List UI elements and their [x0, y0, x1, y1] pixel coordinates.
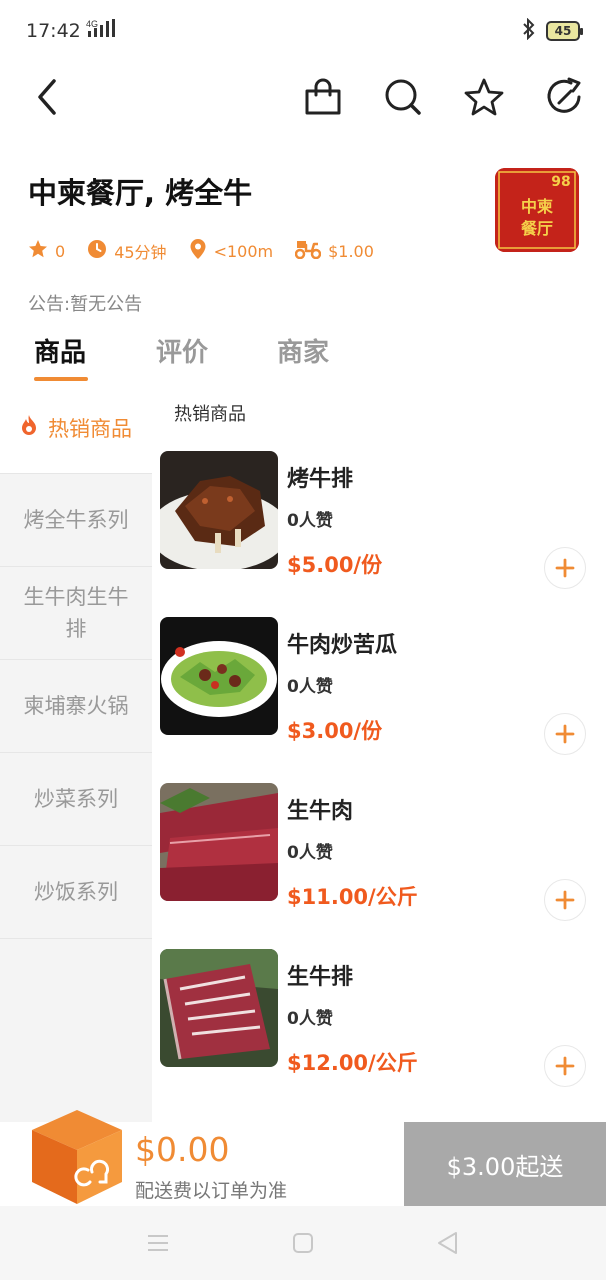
back-triangle-icon[interactable]: [434, 1230, 460, 1256]
shopping-bag-icon[interactable]: [298, 72, 348, 122]
product-likes: 0人赞: [287, 677, 333, 697]
star-filled-icon: [28, 239, 55, 263]
cart-box-icon[interactable]: [30, 1108, 124, 1206]
search-icon[interactable]: [378, 72, 428, 122]
shop-notice: 公告:暂无公告: [28, 294, 143, 315]
add-to-cart-button[interactable]: [544, 547, 586, 589]
fire-icon: [20, 413, 38, 445]
category-fried-rice[interactable]: 炒饭系列: [0, 846, 152, 939]
distance-meta: <100m: [189, 238, 274, 264]
logo-line-1: 中柬: [521, 197, 553, 216]
product-item[interactable]: 牛肉炒苦瓜 0人赞 $3.00/份: [160, 617, 590, 755]
plus-icon: [555, 558, 575, 578]
rating-meta: 0: [28, 239, 65, 263]
tab-products[interactable]: 商品: [34, 332, 86, 369]
time-meta: 45分钟: [87, 239, 167, 263]
active-tab-indicator: [34, 377, 88, 381]
rating-value: 0: [55, 241, 66, 261]
status-time: 17:42: [26, 20, 81, 42]
category-hot[interactable]: 热销商品: [0, 384, 152, 474]
delivery-fee-meta: $1.00: [294, 239, 374, 263]
add-to-cart-button[interactable]: [544, 1045, 586, 1087]
product-image[interactable]: [160, 949, 278, 1067]
product-image[interactable]: [160, 783, 278, 901]
tab-bar: 商品 评价 商家: [0, 328, 606, 384]
category-stir-fry[interactable]: 炒菜系列: [0, 753, 152, 846]
plus-icon: [555, 890, 575, 910]
status-right: 45: [522, 17, 583, 44]
system-nav-bar: [0, 1206, 606, 1280]
distance-value: <100m: [213, 241, 274, 261]
product-likes: 0人赞: [287, 1009, 333, 1029]
product-item[interactable]: 生牛排 0人赞 $12.00/公斤: [160, 949, 590, 1087]
product-name: 牛肉炒苦瓜: [287, 633, 398, 658]
product-item[interactable]: 生牛肉 0人赞 $11.00/公斤: [160, 783, 590, 921]
cart-note: 配送费以订单为准: [135, 1180, 288, 1202]
product-price: $5.00/份: [287, 553, 383, 577]
section-title: 热销商品: [174, 404, 246, 425]
logo-line-2: 餐厅: [520, 219, 553, 238]
network-type-label: 4G: [86, 19, 98, 29]
product-image[interactable]: [160, 451, 278, 569]
menu-icon[interactable]: [145, 1230, 171, 1256]
category-hotpot[interactable]: 柬埔寨火锅: [0, 660, 152, 753]
location-pin-icon: [189, 238, 214, 264]
star-icon[interactable]: [459, 72, 509, 122]
category-sidebar: 热销商品 烤全牛系列 生牛肉生牛排 柬埔寨火锅 炒菜系列 炒饭系列: [0, 384, 152, 1122]
product-price: $3.00/份: [287, 719, 383, 743]
checkout-button[interactable]: $3.00起送: [404, 1122, 606, 1206]
product-image[interactable]: [160, 617, 278, 735]
delivery-fee-value: $1.00: [328, 241, 374, 261]
add-to-cart-button[interactable]: [544, 879, 586, 921]
delivery-time: 45分钟: [114, 243, 167, 262]
plus-icon: [555, 724, 575, 744]
cart-total: $0.00: [135, 1130, 230, 1169]
home-square-icon[interactable]: [290, 1230, 316, 1256]
cart-bar: $0.00 配送费以订单为准 $3.00起送: [0, 1110, 606, 1206]
category-roast-beef[interactable]: 烤全牛系列: [0, 474, 152, 567]
clock-icon: [87, 239, 114, 263]
shop-logo: 98 中柬 餐厅: [495, 168, 579, 252]
top-nav: [0, 60, 606, 136]
add-to-cart-button[interactable]: [544, 713, 586, 755]
category-label: 热销商品: [48, 416, 132, 441]
battery-indicator: 45: [546, 21, 583, 41]
share-icon[interactable]: [540, 72, 590, 122]
status-bar: 17:42 4G 45: [0, 0, 606, 60]
tab-reviews[interactable]: 评价: [156, 332, 208, 369]
tab-merchant[interactable]: 商家: [277, 332, 329, 369]
product-name: 生牛肉: [287, 799, 354, 824]
product-price: $12.00/公斤: [287, 1051, 418, 1075]
plus-icon: [555, 1056, 575, 1076]
shop-meta: 0 45分钟 <100m $1.00: [28, 238, 396, 264]
shop-name: 中柬餐厅, 烤全牛: [28, 176, 253, 210]
product-name: 烤牛排: [287, 467, 354, 492]
bluetooth-icon: [522, 17, 536, 44]
category-raw-beef[interactable]: 生牛肉生牛排: [0, 567, 152, 660]
signal-icon: 4G: [86, 18, 120, 44]
product-item[interactable]: 烤牛排 0人赞 $5.00/份: [160, 451, 590, 589]
scooter-icon: [294, 239, 328, 263]
product-likes: 0人赞: [287, 511, 333, 531]
logo-number: 98: [551, 174, 570, 190]
product-name: 生牛排: [287, 965, 354, 990]
product-price: $11.00/公斤: [287, 885, 418, 909]
back-arrow-icon[interactable]: [22, 72, 72, 122]
product-likes: 0人赞: [287, 843, 333, 863]
